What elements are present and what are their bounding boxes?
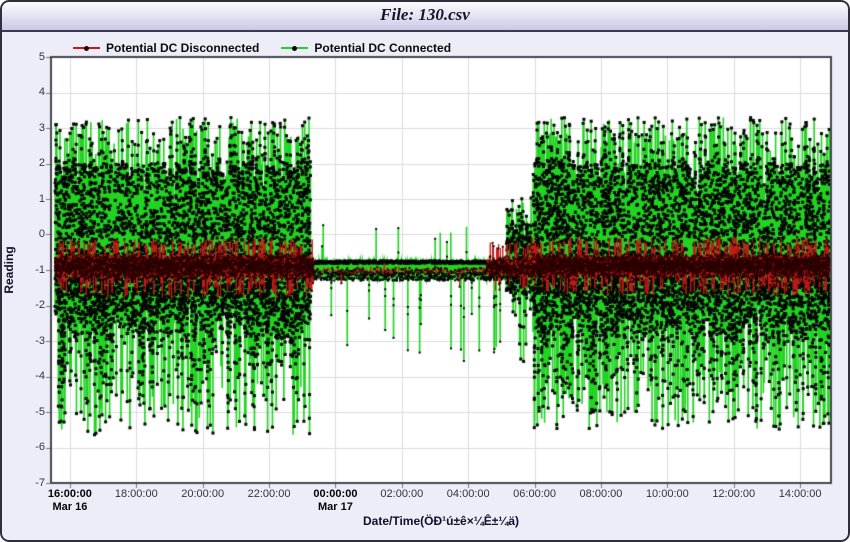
title-bar: File: 130.csv bbox=[0, 0, 850, 32]
chart-window: File: 130.csv Potential DC DisconnectedP… bbox=[0, 0, 850, 542]
plot-area[interactable] bbox=[0, 0, 850, 542]
window-title: File: 130.csv bbox=[0, 0, 850, 29]
